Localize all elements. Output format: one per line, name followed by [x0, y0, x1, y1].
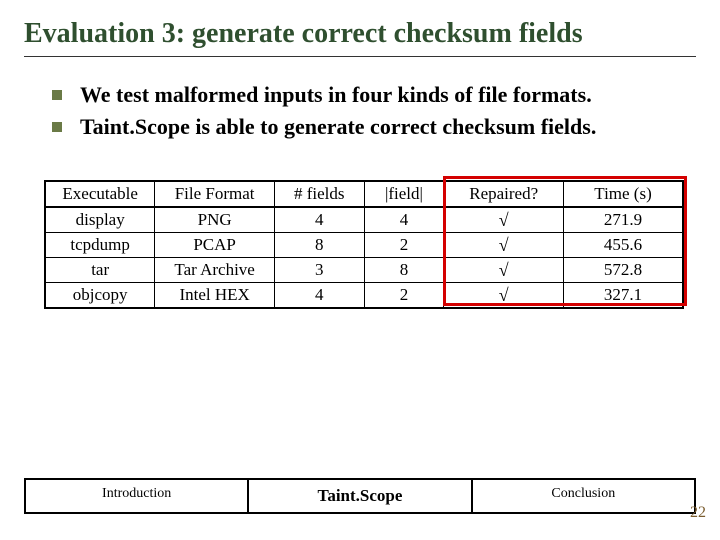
results-table: Executable File Format # fields |field| … [44, 180, 684, 309]
list-item: Taint.Scope is able to generate correct … [52, 113, 696, 141]
cell-exe: objcopy [45, 283, 155, 309]
col-executable: Executable [45, 181, 155, 207]
page-number: 22 [690, 504, 706, 522]
bullet-list: We test malformed inputs in four kinds o… [24, 81, 696, 140]
col-num-fields: # fields [274, 181, 364, 207]
cell-exe: tcpdump [45, 233, 155, 258]
col-repaired: Repaired? [444, 181, 564, 207]
cell-time: 455.6 [564, 233, 683, 258]
cell-fmt: PNG [155, 207, 275, 233]
bullet-text: Taint.Scope is able to generate correct … [80, 113, 596, 141]
cell-flen: 4 [364, 207, 444, 233]
bullet-text: We test malformed inputs in four kinds o… [80, 81, 592, 109]
table-header-row: Executable File Format # fields |field| … [45, 181, 683, 207]
footer-nav: Introduction Taint.Scope Conclusion [24, 478, 696, 514]
cell-repaired: √ [444, 283, 564, 309]
cell-time: 572.8 [564, 258, 683, 283]
cell-repaired: √ [444, 233, 564, 258]
cell-fmt: PCAP [155, 233, 275, 258]
results-table-wrap: Executable File Format # fields |field| … [44, 180, 676, 309]
cell-flen: 8 [364, 258, 444, 283]
col-file-format: File Format [155, 181, 275, 207]
table-row: objcopy Intel HEX 4 2 √ 327.1 [45, 283, 683, 309]
cell-repaired: √ [444, 258, 564, 283]
cell-flen: 2 [364, 233, 444, 258]
col-field-len: |field| [364, 181, 444, 207]
col-time: Time (s) [564, 181, 683, 207]
cell-repaired: √ [444, 207, 564, 233]
cell-nf: 4 [274, 283, 364, 309]
cell-flen: 2 [364, 283, 444, 309]
cell-fmt: Intel HEX [155, 283, 275, 309]
slide: Evaluation 3: generate correct checksum … [0, 0, 720, 540]
cell-nf: 8 [274, 233, 364, 258]
slide-title: Evaluation 3: generate correct checksum … [24, 18, 696, 57]
cell-time: 327.1 [564, 283, 683, 309]
square-bullet-icon [52, 90, 62, 100]
cell-exe: tar [45, 258, 155, 283]
footer-conclusion: Conclusion [473, 478, 696, 514]
cell-nf: 4 [274, 207, 364, 233]
table-row: tar Tar Archive 3 8 √ 572.8 [45, 258, 683, 283]
list-item: We test malformed inputs in four kinds o… [52, 81, 696, 109]
cell-exe: display [45, 207, 155, 233]
table-row: display PNG 4 4 √ 271.9 [45, 207, 683, 233]
table-row: tcpdump PCAP 8 2 √ 455.6 [45, 233, 683, 258]
footer-taintscope: Taint.Scope [247, 478, 472, 514]
cell-fmt: Tar Archive [155, 258, 275, 283]
cell-time: 271.9 [564, 207, 683, 233]
footer-introduction: Introduction [24, 478, 247, 514]
cell-nf: 3 [274, 258, 364, 283]
square-bullet-icon [52, 122, 62, 132]
